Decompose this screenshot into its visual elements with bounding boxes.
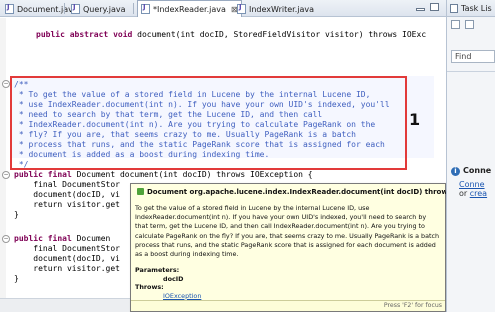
- java-file-icon: [5, 3, 14, 14]
- task-list-tab[interactable]: Task Lis: [447, 0, 495, 17]
- fold-toggle-icon[interactable]: −: [2, 171, 10, 179]
- find-input[interactable]: Find: [451, 50, 495, 63]
- javadoc-tooltip[interactable]: Document org.apache.lucene.index.IndexRe…: [130, 183, 495, 312]
- editor-gutter: [0, 18, 6, 312]
- annotation-number: 1: [409, 110, 421, 129]
- new-task-icon[interactable]: [451, 19, 460, 29]
- tab-label: IndexWriter.java: [249, 4, 315, 14]
- java-file-icon: [237, 3, 246, 14]
- create-link[interactable]: crea: [470, 189, 487, 198]
- maximize-icon[interactable]: [430, 3, 439, 11]
- tooltip-description: To get the value of a stored field in Lu…: [135, 204, 440, 259]
- task-list-toolbar: [447, 17, 495, 31]
- fold-toggle-icon[interactable]: −: [2, 80, 10, 88]
- tab-indexreader-java[interactable]: *IndexReader.java ⊠: [137, 0, 242, 17]
- editor-tab-bar: Document.java Query.java *IndexReader.ja…: [0, 0, 446, 17]
- param-docid: docID: [163, 274, 184, 283]
- tooltip-title: Document org.apache.lucene.index.IndexRe…: [137, 188, 495, 196]
- create-text: or crea: [459, 189, 488, 198]
- tab-separator: [64, 3, 65, 14]
- tab-label: *IndexReader.java: [153, 4, 226, 14]
- filter-icon[interactable]: [465, 19, 474, 29]
- task-list-panel: Task Lis Find i Conne Conne or crea: [446, 0, 495, 312]
- tooltip-params: Parameters: docID Throws: IOException: [135, 266, 202, 301]
- method-icon: [137, 188, 144, 195]
- minimize-icon[interactable]: [416, 8, 425, 11]
- tab-label: Query.java: [83, 4, 126, 14]
- connect-heading: i Conne: [451, 166, 491, 176]
- method-document-overload: public final Documen final DocumentStor …: [14, 234, 120, 283]
- java-file-icon: [71, 3, 80, 14]
- panel-divider: [447, 71, 495, 72]
- tab-indexwriter-java[interactable]: IndexWriter.java: [234, 1, 317, 17]
- tab-query-java[interactable]: Query.java: [68, 1, 128, 17]
- info-icon: i: [451, 167, 460, 176]
- tooltip-footer: Press 'F2' for focus: [131, 300, 445, 311]
- ioexception-link[interactable]: IOException: [135, 292, 201, 301]
- code-line-abstract-document: public abstract void document(int docID,…: [36, 30, 427, 39]
- fold-toggle-icon[interactable]: −: [2, 235, 10, 243]
- connect-link[interactable]: Conne: [459, 180, 485, 189]
- highlight-box: [10, 76, 407, 170]
- task-list-icon: [450, 3, 458, 13]
- java-file-icon: [141, 3, 150, 14]
- tab-separator: [133, 3, 134, 14]
